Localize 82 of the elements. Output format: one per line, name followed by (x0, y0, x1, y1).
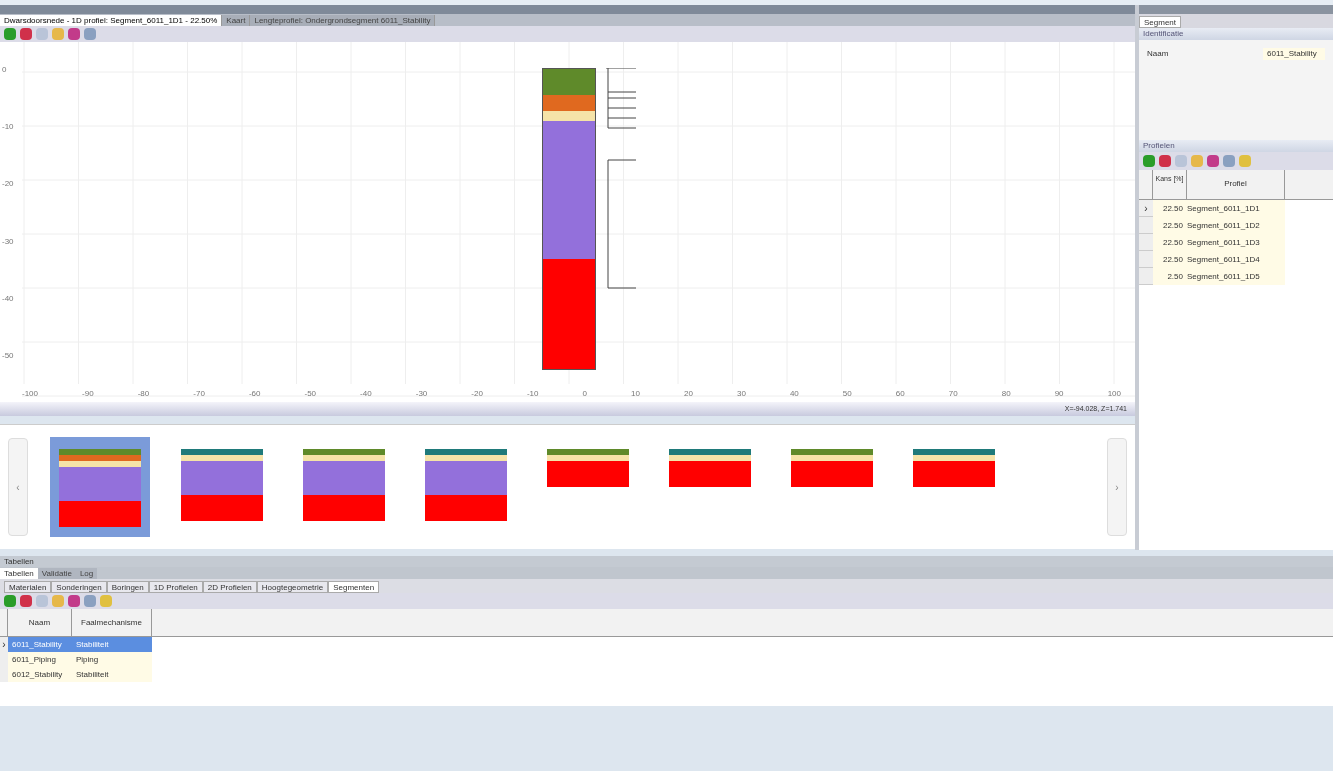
table-cell: 22.50 (1153, 200, 1187, 217)
axis-label: -100 (22, 388, 38, 400)
toolbar-icon[interactable] (68, 28, 80, 40)
axis-label: 10 (631, 388, 640, 400)
section-header: Profielen (1139, 140, 1333, 152)
axis-label: -60 (248, 388, 261, 400)
table-cell: 6011_Piping (8, 652, 72, 667)
axis-label: -80 (137, 388, 150, 400)
axis-label: -20 (471, 388, 483, 400)
row-indicator[interactable] (1139, 234, 1153, 251)
table-cell: Segment_6011_1D1 (1187, 200, 1285, 217)
column-header[interactable]: Naam (8, 609, 72, 636)
panel-tab[interactable]: Validatie (37, 568, 76, 579)
column-header[interactable]: Faalmechanisme (72, 609, 152, 636)
axis-label: -30 (415, 388, 428, 400)
table-cell: 22.50 (1153, 234, 1187, 251)
scroll-left-button[interactable]: ‹ (8, 438, 28, 536)
panel-tab[interactable]: Tabellen (0, 568, 38, 579)
name-field[interactable]: 6011_Stability (1263, 48, 1325, 60)
axis-label: -40 (360, 388, 372, 400)
field-label: Naam (1147, 48, 1170, 60)
table-cell: Segment_6011_1D5 (1187, 268, 1285, 285)
row-indicator[interactable] (1139, 217, 1153, 234)
row-indicator[interactable]: › (1139, 200, 1153, 217)
axis-label: -50 (2, 349, 15, 362)
toolbar-icon[interactable] (68, 595, 80, 607)
table-tab[interactable]: Segmenten (328, 581, 380, 593)
table-cell: 22.50 (1153, 251, 1187, 268)
panel-title: Tabellen (0, 556, 1333, 567)
axis-label: 0 (582, 388, 587, 400)
table-cell: Segment_6011_1D2 (1187, 217, 1285, 234)
row-indicator[interactable]: › (0, 637, 8, 652)
axis-label: 90 (1054, 388, 1064, 400)
table-tab[interactable]: 1D Profielen (148, 581, 203, 593)
axis-label: 70 (948, 388, 958, 400)
table-cell: 6011_Stability (8, 637, 72, 652)
row-indicator[interactable] (1139, 268, 1153, 285)
axis-label: -70 (193, 388, 205, 400)
table-tab[interactable]: Hoogtegeometrie (256, 581, 329, 593)
toolbar-icon[interactable] (20, 28, 32, 40)
axis-label: -30 (2, 235, 15, 248)
toolbar-icon[interactable] (4, 595, 16, 607)
axis-label: 0 (2, 64, 8, 76)
axis-label: 40 (789, 388, 799, 400)
axis-label: 80 (1001, 388, 1011, 400)
axis-label: 100 (1107, 388, 1121, 400)
section-header: Identificatie (1139, 28, 1333, 40)
panel-tab[interactable]: Log (75, 568, 98, 579)
profile-thumbnail[interactable] (50, 437, 150, 537)
axis-label: -90 (82, 388, 94, 400)
axis-label: 60 (895, 388, 905, 400)
table-cell: 2.50 (1153, 268, 1187, 285)
column-header[interactable]: Profiel (1187, 170, 1285, 199)
axis-label: 20 (684, 388, 693, 400)
table-tab[interactable]: 2D Profielen (202, 581, 257, 593)
table-tab[interactable]: Sonderingen (51, 581, 107, 593)
toolbar-icon[interactable] (20, 595, 32, 607)
axis-label: 50 (842, 388, 852, 400)
table-cell: Piping (72, 652, 152, 667)
axis-label: -10 (2, 121, 15, 134)
axis-label: 30 (736, 388, 746, 400)
toolbar-icon[interactable] (84, 595, 96, 607)
toolbar-icon[interactable] (1223, 155, 1235, 167)
axis-label: -10 (526, 388, 539, 400)
axis-label: -20 (2, 178, 15, 191)
axis-label: -50 (304, 388, 317, 400)
table-tab[interactable]: Boringen (106, 581, 149, 593)
table-tab[interactable]: Materialen (4, 581, 52, 593)
table-cell: 22.50 (1153, 217, 1187, 234)
toolbar-icon[interactable] (4, 28, 16, 40)
row-indicator[interactable] (1139, 251, 1153, 268)
table-cell: Segment_6011_1D4 (1187, 251, 1285, 268)
toolbar-icon[interactable] (84, 28, 96, 40)
table-cell: Segment_6011_1D3 (1187, 234, 1285, 251)
toolbar-icon[interactable] (1159, 155, 1171, 167)
toolbar-icon[interactable] (1207, 155, 1219, 167)
segment-tab[interactable]: Segment (1139, 16, 1182, 28)
table-cell: 6012_Stability (8, 667, 72, 682)
toolbar-icon[interactable] (1143, 155, 1155, 167)
table-cell: Stabiliteit (72, 667, 152, 682)
axis-label: -40 (2, 292, 15, 305)
table-cell: Stabiliteit (72, 637, 152, 652)
